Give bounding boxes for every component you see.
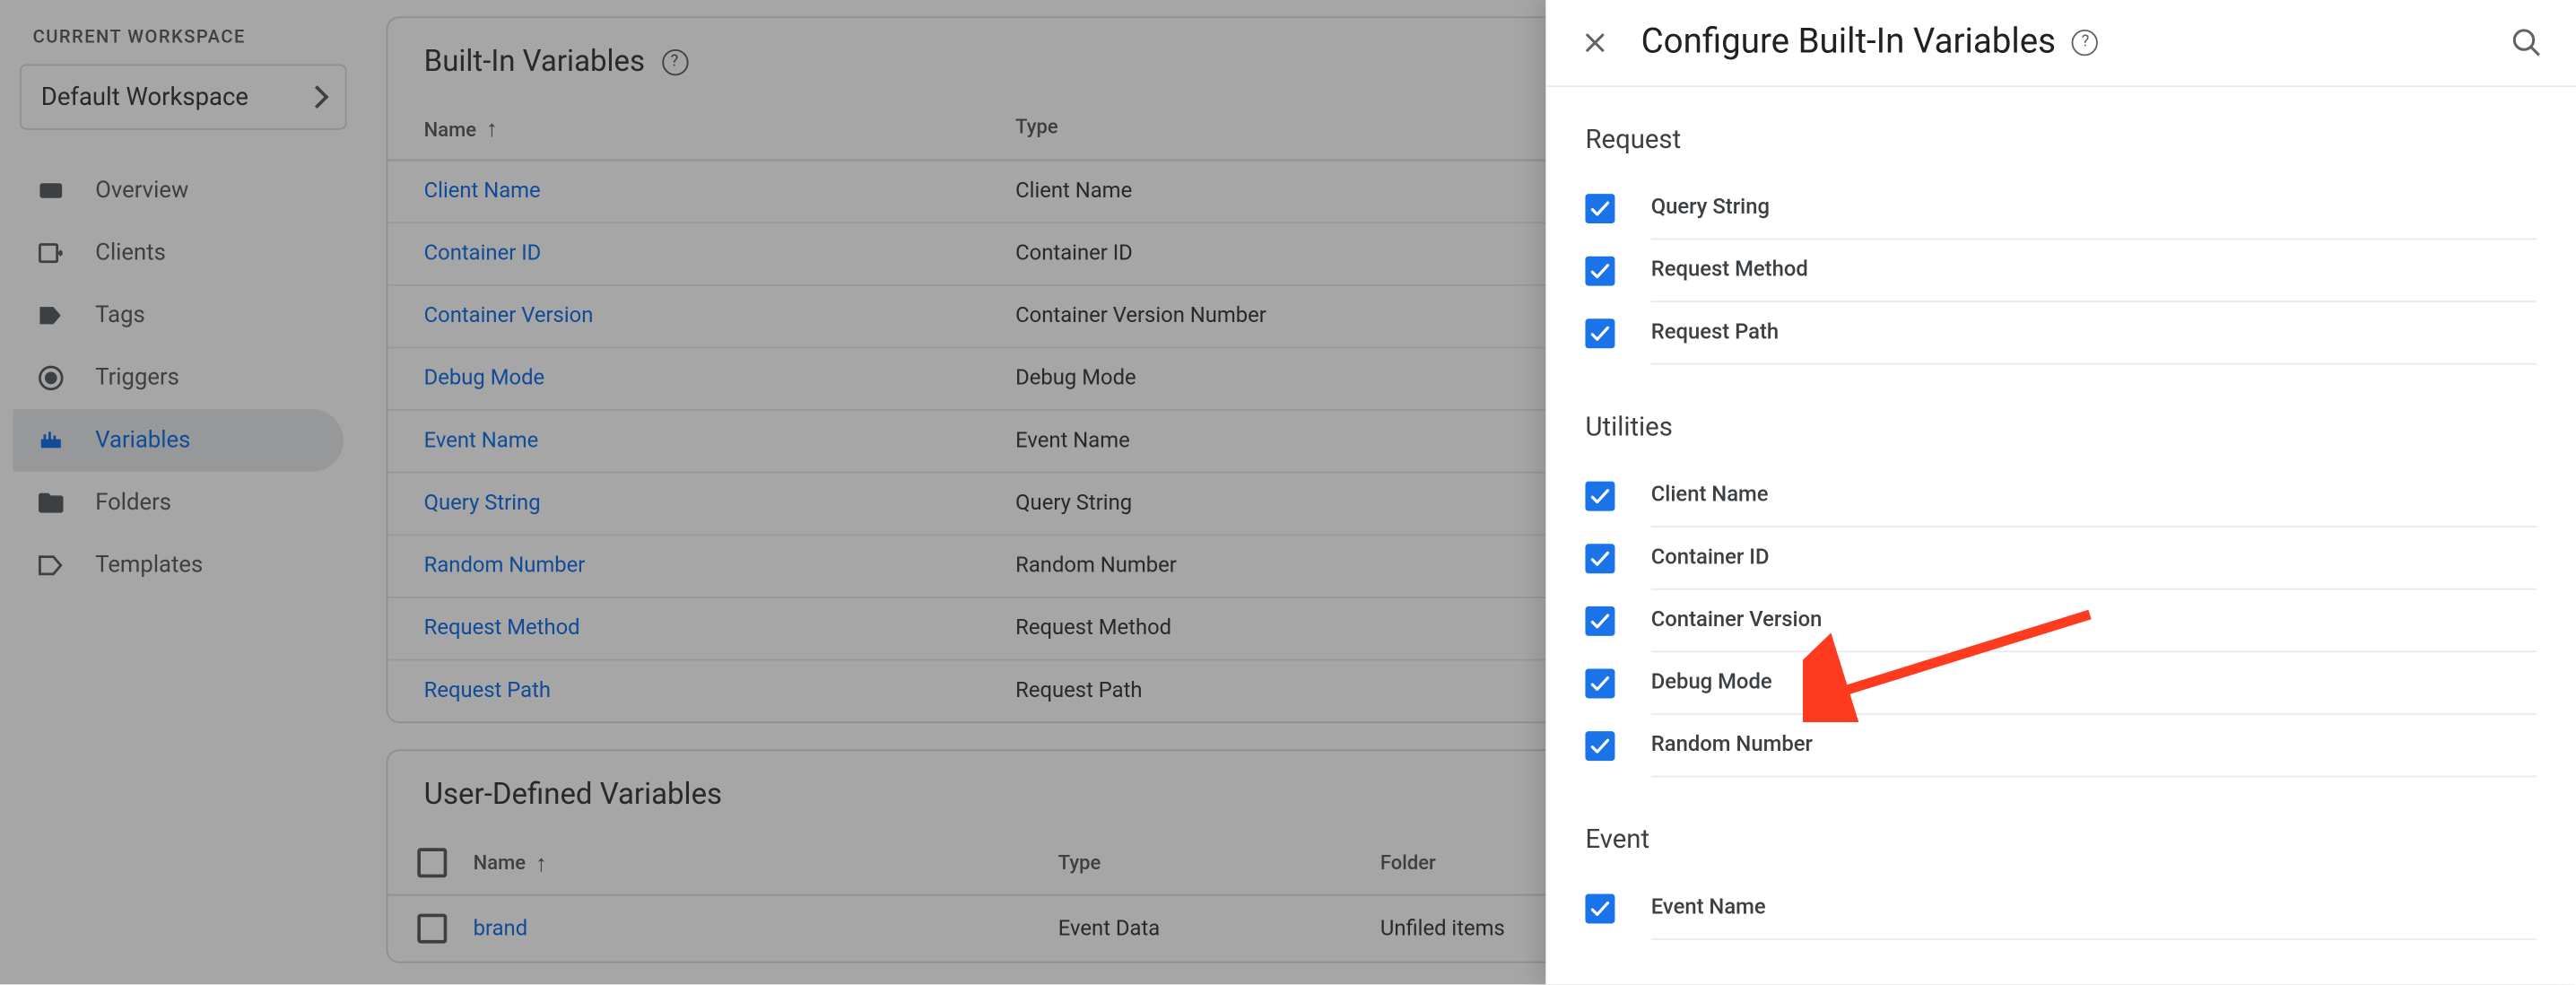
checkbox-checked[interactable] <box>1585 318 1614 348</box>
drawer-body: Request Query StringRequest MethodRequest… <box>1545 87 2576 984</box>
variable-section: Utilities Client NameContainer IDContaine… <box>1585 411 2537 778</box>
variable-checkbox-row[interactable]: Container Version <box>1585 590 2537 653</box>
variable-checkbox-row[interactable]: Client Name <box>1585 465 2537 527</box>
help-icon[interactable]: ? <box>2072 30 2098 56</box>
drawer-title: Configure Built-In Variables ? <box>1641 23 2481 63</box>
variable-checkbox-row[interactable]: Container ID <box>1585 527 2537 590</box>
variable-checkbox-row[interactable]: Event Name <box>1585 877 2537 940</box>
section-title: Event <box>1585 824 2537 855</box>
checkbox-checked[interactable] <box>1585 257 1614 286</box>
variable-checkbox-row[interactable]: Debug Mode <box>1585 652 2537 715</box>
variable-section: Request Query StringRequest MethodRequest… <box>1585 123 2537 364</box>
variable-section: Event Event Name <box>1585 824 2537 940</box>
variable-label: Debug Mode <box>1651 652 2537 715</box>
variable-checkbox-row[interactable]: Request Method <box>1585 240 2537 302</box>
variable-label: Request Method <box>1651 240 2537 302</box>
variable-checkbox-row[interactable]: Request Path <box>1585 302 2537 365</box>
search-button[interactable] <box>2507 23 2546 63</box>
variable-label: Client Name <box>1651 465 2537 527</box>
variable-label: Container ID <box>1651 527 2537 590</box>
checkbox-checked[interactable] <box>1585 669 1614 699</box>
section-title: Request <box>1585 123 2537 154</box>
drawer-header: Configure Built-In Variables ? <box>1545 0 2576 87</box>
checkbox-checked[interactable] <box>1585 482 1614 511</box>
variable-checkbox-row[interactable]: Random Number <box>1585 715 2537 778</box>
variable-label: Container Version <box>1651 590 2537 653</box>
variable-label: Query String <box>1651 178 2537 240</box>
variable-checkbox-row[interactable]: Query String <box>1585 178 2537 240</box>
variable-label: Event Name <box>1651 877 2537 940</box>
section-title: Utilities <box>1585 411 2537 442</box>
close-button[interactable] <box>1575 23 1614 63</box>
checkbox-checked[interactable] <box>1585 544 1614 573</box>
configure-variables-drawer: Configure Built-In Variables ? Request Qu… <box>1545 0 2576 984</box>
variable-label: Random Number <box>1651 715 2537 778</box>
checkbox-checked[interactable] <box>1585 606 1614 636</box>
checkbox-checked[interactable] <box>1585 731 1614 761</box>
checkbox-checked[interactable] <box>1585 194 1614 223</box>
checkbox-checked[interactable] <box>1585 894 1614 924</box>
variable-label: Request Path <box>1651 302 2537 365</box>
